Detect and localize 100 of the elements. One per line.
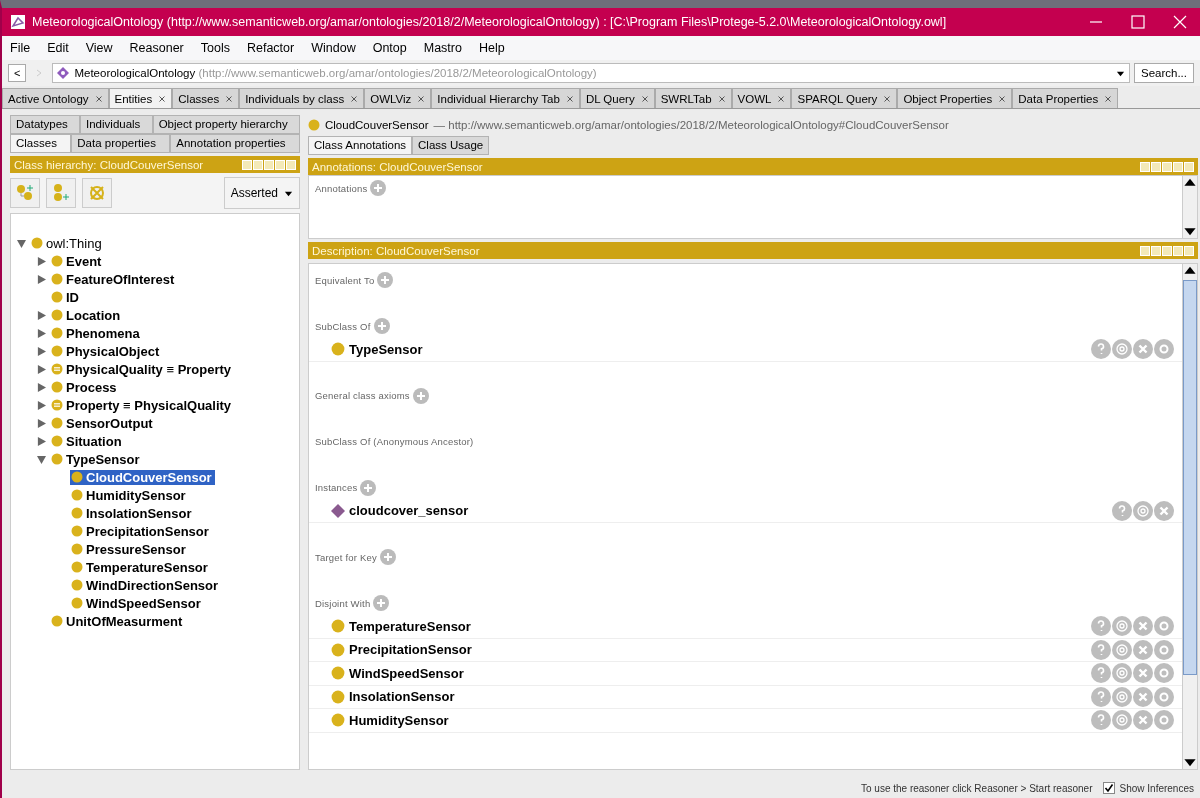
tree-item[interactable]: SensorOutput (50, 415, 156, 431)
menu-item[interactable]: Tools (200, 41, 230, 55)
expand-arrow-icon[interactable] (37, 274, 46, 284)
add-icon[interactable] (373, 595, 390, 611)
delete-icon[interactable] (1154, 500, 1174, 521)
tab[interactable]: Data Properties (1012, 88, 1119, 108)
expand-arrow-icon[interactable] (37, 310, 46, 320)
menu-item[interactable]: Ontop (372, 41, 407, 55)
expand-arrow-icon[interactable] (37, 382, 46, 392)
delete-icon[interactable] (1133, 710, 1153, 731)
axiom-item[interactable]: TemperatureSensor (349, 618, 1091, 634)
expand-arrow-icon[interactable] (37, 454, 46, 464)
search-button[interactable]: Search... (1133, 63, 1194, 83)
edit-icon[interactable] (1154, 339, 1174, 360)
annotate-icon[interactable] (1112, 686, 1132, 707)
tab[interactable]: VOWL (731, 88, 792, 108)
tree-item[interactable]: InsolationSensor (70, 505, 195, 521)
edit-icon[interactable] (1154, 710, 1174, 731)
tree-item[interactable]: Property ≡ PhysicalQuality (50, 397, 235, 413)
back-button[interactable]: < (8, 64, 27, 82)
edit-icon[interactable] (1154, 639, 1174, 660)
mode-dropdown[interactable]: Asserted (223, 177, 300, 209)
tree-item[interactable]: WindSpeedSensor (70, 595, 204, 611)
edit-icon[interactable] (1154, 686, 1174, 707)
scrollbar[interactable] (1182, 176, 1197, 238)
tab[interactable]: Individual Hierarchy Tab (431, 88, 580, 108)
tree-item[interactable]: CloudCouverSensor (70, 469, 215, 485)
checkbox-icon[interactable] (1102, 782, 1115, 794)
tab[interactable]: Individuals by class (239, 88, 365, 108)
menu-item[interactable]: File (10, 41, 31, 55)
tree-item[interactable]: Phenomena (50, 325, 143, 341)
add-icon[interactable] (412, 387, 429, 404)
menu-item[interactable]: View (85, 41, 113, 55)
menu-item[interactable]: Window (311, 41, 356, 55)
tab[interactable]: Object property hierarchy (152, 115, 300, 134)
tree-item[interactable]: UnitOfMeasurment (50, 613, 186, 629)
annotate-icon[interactable] (1112, 616, 1132, 637)
tree-item[interactable]: Event (50, 253, 105, 269)
expand-arrow-icon[interactable] (37, 328, 46, 338)
tab[interactable]: Individuals (80, 115, 153, 134)
tree-item[interactable]: Situation (50, 433, 125, 449)
delete-class-button[interactable] (82, 178, 112, 208)
add-icon[interactable] (373, 318, 390, 334)
expand-arrow-icon[interactable] (37, 346, 46, 356)
expand-arrow-icon[interactable] (37, 418, 46, 428)
expand-arrow-icon[interactable] (37, 436, 46, 446)
add-sibling-button[interactable] (46, 178, 76, 208)
add-icon[interactable] (360, 479, 377, 496)
tab[interactable]: Active Ontology (2, 88, 109, 108)
menu-item[interactable]: Refactor (246, 41, 295, 55)
annotate-icon[interactable] (1112, 663, 1132, 684)
tree-item[interactable]: ID (50, 289, 82, 305)
tab[interactable]: SPARQL Query (791, 88, 898, 108)
annotate-icon[interactable] (1112, 639, 1132, 660)
annotate-icon[interactable] (1112, 710, 1132, 731)
tree-item[interactable]: PressureSensor (70, 541, 189, 557)
axiom-item[interactable]: InsolationSensor (349, 689, 1091, 705)
delete-icon[interactable] (1133, 686, 1153, 707)
tree-item[interactable]: TypeSensor (50, 451, 143, 467)
menu-item[interactable]: Reasoner (129, 41, 184, 55)
delete-icon[interactable] (1133, 616, 1153, 637)
tree-item[interactable]: FeatureOfInterest (50, 271, 178, 287)
annotate-icon[interactable] (1112, 339, 1132, 360)
edit-icon[interactable] (1154, 663, 1174, 684)
annotate-icon[interactable] (1133, 500, 1153, 521)
expand-arrow-icon[interactable] (37, 400, 46, 410)
tree-item[interactable]: Process (50, 379, 120, 395)
tree-item[interactable]: PhysicalQuality ≡ Property (50, 361, 235, 377)
tab[interactable]: Classes (172, 88, 240, 108)
scrollbar[interactable] (1182, 264, 1197, 769)
axiom-item[interactable]: PrecipitationSensor (349, 642, 1091, 658)
delete-icon[interactable] (1133, 663, 1153, 684)
tree-item[interactable]: Location (50, 307, 124, 323)
tab[interactable]: Data properties (71, 134, 171, 153)
edit-icon[interactable] (1154, 616, 1174, 637)
tab[interactable]: OWLViz (364, 88, 432, 108)
show-inferences-checkbox[interactable]: Show Inferences (1102, 782, 1194, 794)
add-subclass-button[interactable] (10, 178, 40, 208)
tab[interactable]: SWRLTab (654, 88, 732, 108)
menu-item[interactable]: Edit (47, 41, 69, 55)
tab[interactable]: Datatypes (10, 115, 81, 134)
axiom-item[interactable]: TypeSensor (349, 341, 1091, 357)
axiom-item[interactable]: cloudcover_sensor (349, 503, 1112, 519)
tab[interactable]: Annotation properties (170, 134, 300, 153)
expand-arrow-icon[interactable] (37, 256, 46, 266)
tree-item[interactable]: HumiditySensor (70, 487, 189, 503)
delete-icon[interactable] (1133, 339, 1153, 360)
add-icon[interactable] (377, 272, 394, 288)
tree-item[interactable]: PhysicalObject (50, 343, 163, 359)
tab[interactable]: Object Properties (897, 88, 1013, 108)
add-icon[interactable] (379, 549, 396, 565)
axiom-item[interactable]: WindSpeedSensor (349, 665, 1091, 681)
tree-item[interactable]: TemperatureSensor (70, 559, 211, 575)
ontology-selector[interactable]: MeteorologicalOntology (http://www.semanticweb.org/amar/ontologies/2018/2/MeteorologicalOntology) (52, 63, 1130, 83)
tab[interactable]: Classes (10, 134, 72, 153)
expand-arrow-icon[interactable] (17, 238, 26, 248)
delete-icon[interactable] (1133, 639, 1153, 660)
menu-item[interactable]: Mastro (423, 41, 462, 55)
tab[interactable]: DL Query (579, 88, 655, 108)
axiom-item[interactable]: HumiditySensor (349, 712, 1091, 728)
